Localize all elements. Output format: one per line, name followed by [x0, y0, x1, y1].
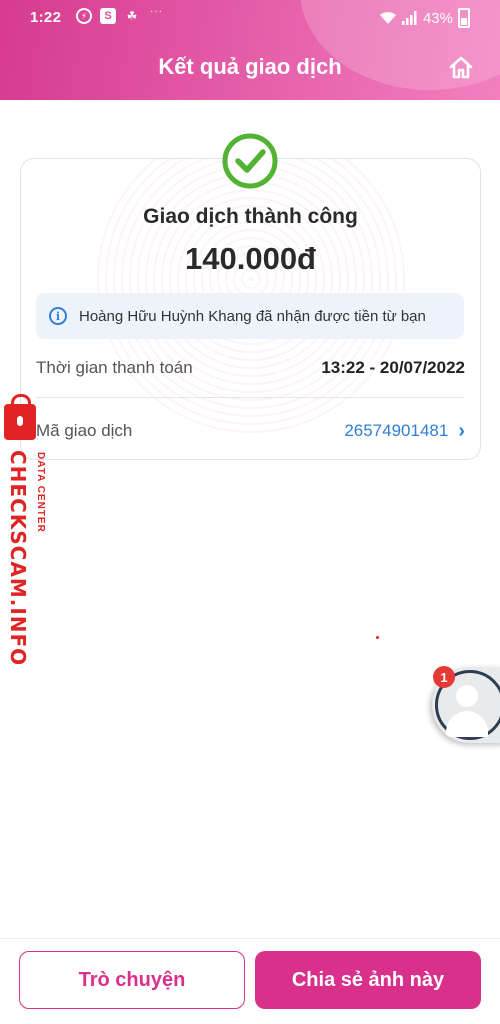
chevron-right-icon: ›	[458, 419, 465, 442]
transaction-id-label: Mã giao dịch	[36, 421, 133, 440]
battery-icon	[458, 8, 470, 28]
notification-badge: 1	[433, 666, 455, 688]
share-image-button[interactable]: Chia sẻ ảnh này	[255, 951, 481, 1009]
status-text: Giao dịch thành công	[143, 205, 358, 228]
home-icon[interactable]	[448, 55, 474, 81]
amount: 140.000đ	[185, 241, 316, 276]
status-right: 43%	[379, 8, 470, 28]
more-notifications-icon: ···	[150, 6, 163, 17]
app-icon: ☘	[126, 9, 138, 23]
status-bar: 1:22 ⚡ S ☘ ··· 43%	[0, 0, 500, 34]
wifi-icon	[379, 11, 396, 24]
info-banner: i Hoàng Hữu Huỳnh Khang đã nhận được tiề…	[36, 293, 464, 339]
battery-percent: 43%	[422, 9, 453, 27]
payment-time-value: 13:22 - 20/07/2022	[321, 358, 465, 377]
chat-button[interactable]: Trò chuyện	[19, 951, 245, 1009]
transaction-id-value: 26574901481	[344, 421, 449, 440]
shopee-icon: S	[100, 8, 116, 24]
watermark-text: CHECKSCAM.INFO	[6, 450, 30, 667]
lock-icon	[4, 394, 36, 440]
transaction-id-row[interactable]: Mã giao dịch 26574901481 ›	[36, 416, 465, 446]
payment-time-label: Thời gian thanh toán	[36, 358, 193, 377]
bottom-divider	[0, 938, 500, 939]
notification-icons: ⚡ S ☘	[76, 8, 140, 24]
avatar-icon	[456, 685, 478, 707]
payment-time-row: Thời gian thanh toán 13:22 - 20/07/2022	[36, 353, 465, 383]
page-title: Kết quả giao dịch	[158, 54, 342, 79]
info-icon: i	[49, 307, 67, 325]
signal-icon	[401, 11, 417, 25]
info-message: Hoàng Hữu Huỳnh Khang đã nhận được tiền …	[79, 307, 426, 325]
watermark-subtext: DATA CENTER	[35, 452, 46, 533]
status-time: 1:22	[30, 9, 62, 26]
check-circle-icon	[222, 133, 278, 189]
messenger-icon: ⚡	[76, 8, 92, 24]
divider	[36, 397, 465, 398]
app-header: 1:22 ⚡ S ☘ ··· 43% Kết quả giao dịch	[0, 0, 500, 100]
transaction-id-link[interactable]: 26574901481 ›	[344, 420, 465, 443]
stray-dot	[376, 636, 379, 639]
